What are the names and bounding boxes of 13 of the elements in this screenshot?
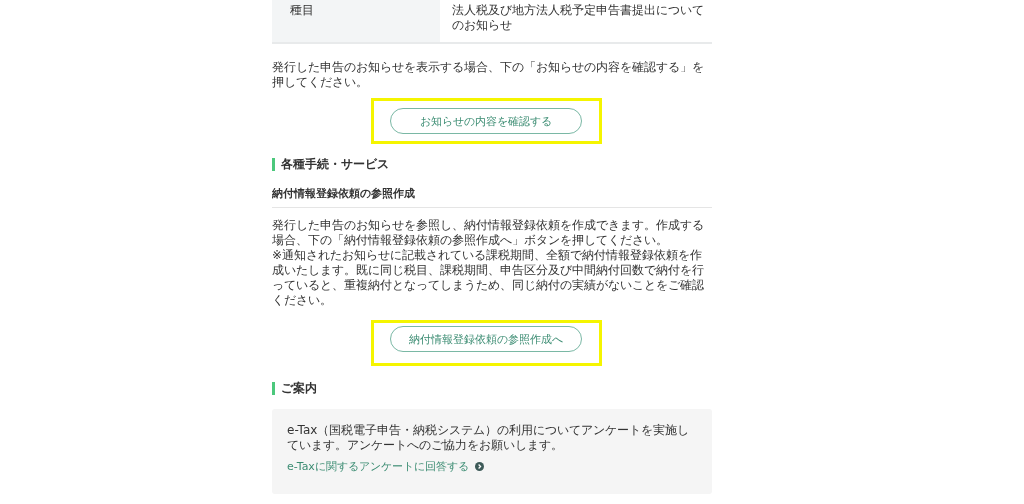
section-heading: ご案内: [272, 382, 712, 395]
create-payment-request-button[interactable]: 納付情報登録依頼の参照作成へ: [390, 326, 582, 352]
survey-link[interactable]: e-Taxに関するアンケートに回答する: [287, 459, 469, 474]
subsection-heading: 納付情報登録依頼の参照作成: [272, 187, 712, 208]
arrow-circle-icon: [474, 462, 484, 471]
description-text: 発行した申告のお知らせを参照し、納付情報登録依頼を作成できます。作成する場合、下の「納付情報登録依頼の参照作成へ」ボタンを押してください。: [272, 218, 705, 248]
table-header-cell: 種目: [272, 0, 440, 42]
section-heading: 各種手続・サービス: [272, 158, 712, 171]
instruction-text: 発行した申告のお知らせを表示する場合、下の「お知らせの内容を確認する」を押してください。: [272, 60, 705, 90]
survey-text: e-Tax（国税電子申告・納税システム）の利用についてアンケートを実施しています。アンケートへのご協力をお願いします。: [287, 423, 691, 453]
table-cell-text: 法人税及び地方法人税予定申告書提出についてのお知らせ: [451, 2, 705, 34]
description-text: ※通知されたお知らせに記載されている課税期間、全額で納付情報登録依頼を作成いたします。既に同じ税目、課税期間、申告区分及び中間納付回数で納付を行っていると、重複納付となってしまうため、同じ納付の実績がないことをご確認ください。: [272, 248, 705, 308]
confirm-notice-button[interactable]: お知らせの内容を確認する: [390, 108, 582, 134]
